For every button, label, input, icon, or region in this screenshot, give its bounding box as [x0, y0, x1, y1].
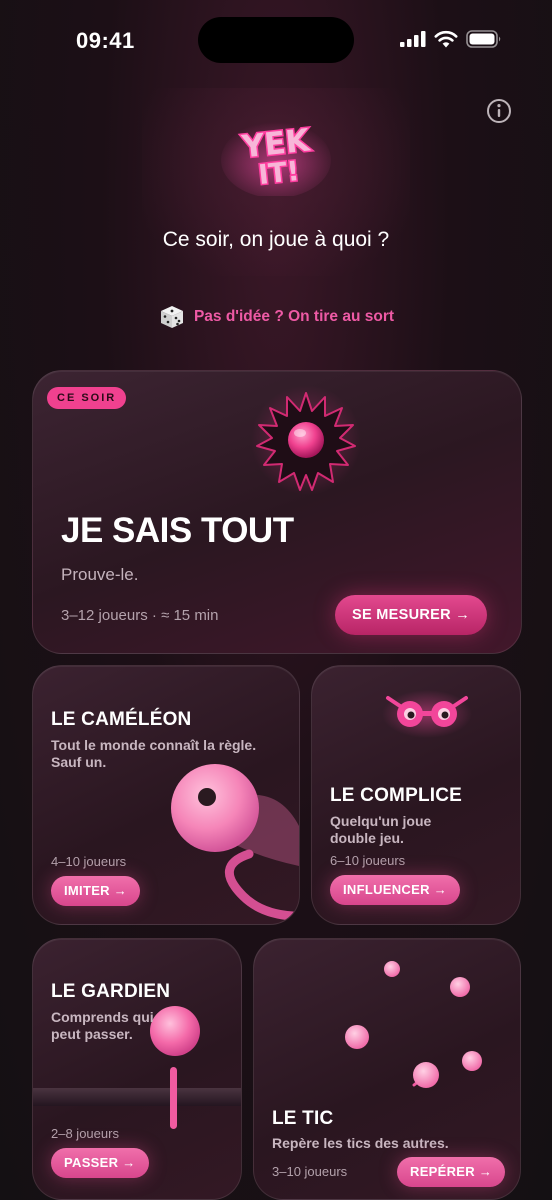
featured-play-button[interactable]: SE MESURER →	[335, 595, 488, 635]
gardien-desc-line-2: peut passer.	[51, 1026, 133, 1042]
gardien-desc: Comprends qui peut passer.	[51, 1009, 231, 1043]
app-logo: YEK IT!	[221, 116, 331, 196]
cameleon-desc-line-2: Sauf un.	[51, 754, 107, 770]
spiky-ball-illustration	[251, 385, 361, 495]
status-icons	[400, 30, 502, 48]
chameleon-eye-illustration	[171, 764, 299, 921]
featured-meta: 3–12 joueurs · ≈ 15 min	[61, 607, 219, 624]
cameleon-meta: 4–10 joueurs	[51, 854, 127, 869]
cameleon-desc-line-1: Tout le monde connaît la règle.	[51, 737, 257, 753]
complice-desc-line-1: Quelqu'un joue	[330, 813, 432, 829]
status-time: 09:41	[76, 28, 135, 53]
tic-desc-line-1: Repère les tics des autres.	[272, 1135, 449, 1151]
tonight-badge: CE SOIR	[47, 387, 127, 409]
svg-text:IT!: IT!	[257, 156, 301, 191]
complice-play-button[interactable]: INFLUENCER →	[330, 875, 460, 905]
dynamic-island	[198, 17, 354, 63]
game-card-tic[interactable]: LE TIC Repère les tics des autres. 3–10 …	[253, 938, 521, 1200]
cameleon-desc: Tout le monde connaît la règle. Sauf un.	[51, 737, 291, 771]
complice-title: LE COMPLICE	[330, 785, 463, 806]
page-tagline: Ce soir, on joue à quoi ?	[162, 228, 390, 251]
gardien-meta: 2–8 joueurs	[51, 1126, 119, 1141]
random-pick-label: Pas d'idée ? On tire au sort	[193, 308, 395, 325]
game-card-gardien[interactable]: LE GARDIEN Comprends qui peut passer. 2–…	[32, 938, 242, 1200]
complice-desc: Quelqu'un joue double jeu.	[330, 813, 510, 847]
cameleon-title: LE CAMÉLÉON	[51, 709, 192, 730]
gardien-play-button[interactable]: PASSER →	[51, 1148, 149, 1178]
gardien-title: LE GARDIEN	[51, 981, 171, 1002]
tic-meta: 3–10 joueurs	[272, 1164, 348, 1179]
dice-icon	[160, 306, 183, 328]
wifi-icon	[434, 30, 458, 48]
featured-game-card[interactable]: CE SOIR JE SAIS TOUT Prouve-le. 3–12 jou…	[32, 370, 522, 654]
gardien-desc-line-1: Comprends qui	[51, 1009, 154, 1025]
status-bar: 09:41	[0, 0, 552, 80]
info-icon[interactable]	[486, 98, 512, 124]
game-card-complice[interactable]: LE COMPLICE Quelqu'un joue double jeu. 6…	[311, 665, 521, 925]
dots-illustration	[345, 961, 482, 1088]
random-pick-link[interactable]: Pas d'idée ? On tire au sort	[0, 304, 552, 330]
tic-play-button[interactable]: REPÉRER →	[397, 1157, 506, 1187]
battery-icon	[466, 30, 501, 48]
tic-desc: Repère les tics des autres.	[272, 1135, 512, 1152]
signal-icon	[400, 31, 426, 47]
game-card-cameleon[interactable]: LE CAMÉLÉON Tout le monde connaît la règ…	[32, 665, 300, 925]
cameleon-play-button[interactable]: IMITER →	[51, 876, 141, 906]
featured-subtitle: Prouve-le.	[61, 565, 139, 584]
complice-desc-line-2: double jeu.	[330, 830, 404, 846]
complice-meta: 6–10 joueurs	[330, 853, 406, 868]
glasses-illustration	[382, 690, 472, 738]
featured-title: JE SAIS TOUT	[61, 511, 294, 550]
tic-title: LE TIC	[272, 1108, 334, 1129]
